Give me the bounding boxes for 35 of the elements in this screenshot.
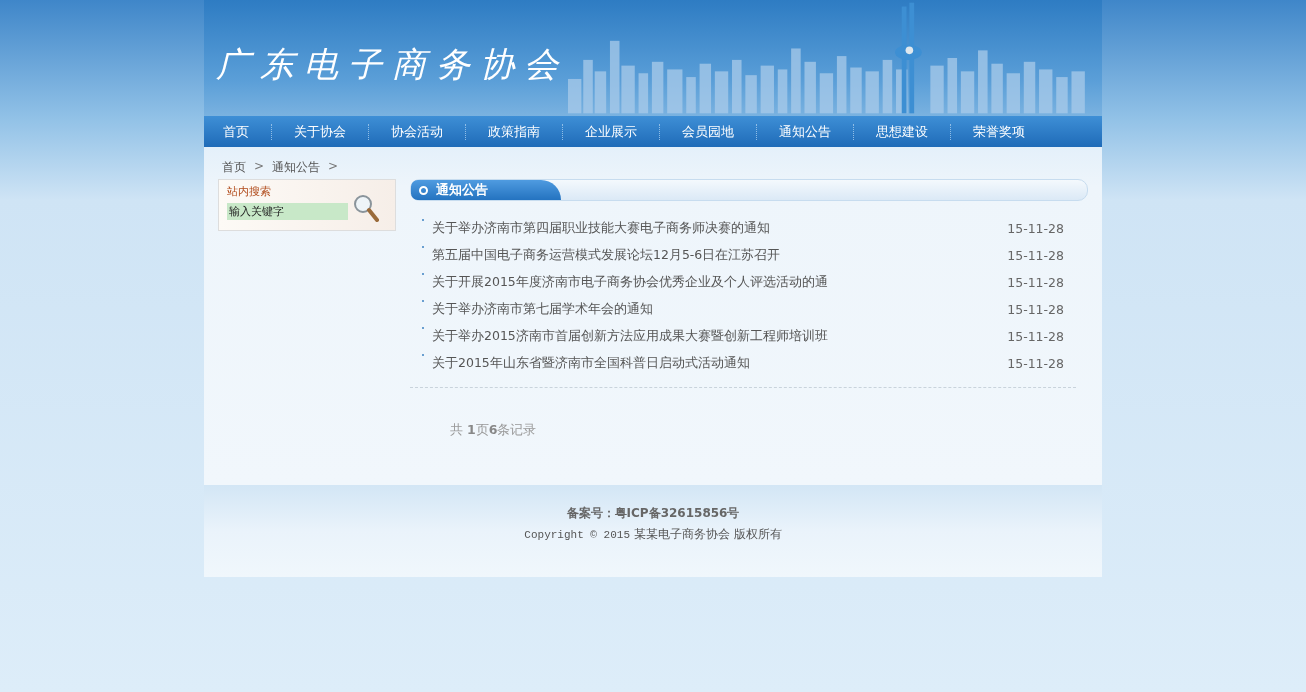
nav-link[interactable]: 思想建设	[865, 122, 939, 141]
nav-link[interactable]: 首页	[212, 122, 260, 141]
breadcrumb-link[interactable]: 首页	[222, 159, 246, 179]
notice-link[interactable]: 关于2015年山东省暨济南市全国科普日启动式活动通知	[432, 355, 1008, 372]
nav-link[interactable]: 政策指南	[477, 122, 551, 141]
notice-link[interactable]: 关于开展2015年度济南市电子商务协会优秀企业及个人评选活动的通	[432, 274, 1008, 291]
site-logo[interactable]: 广东电子商务协会	[216, 42, 568, 88]
notice-date: 15-11-28	[1007, 356, 1064, 371]
notice-date: 15-11-28	[1007, 275, 1064, 290]
search-field[interactable]: 输入关键字	[227, 203, 348, 220]
breadcrumb-link[interactable]: 通知公告	[272, 159, 321, 179]
nav-link[interactable]: 会员园地	[671, 122, 745, 141]
nav-link[interactable]: 通知公告	[768, 122, 842, 141]
pagination-info: 共 1页6条记录	[449, 421, 538, 439]
nav-link[interactable]: 荣誉奖项	[962, 122, 1036, 141]
notice-link[interactable]: 关于举办济南市第四届职业技能大赛电子商务师决赛的通知	[432, 220, 1008, 237]
notice-date: 15-11-28	[1007, 248, 1064, 263]
nav-link[interactable]: 企业展示	[574, 122, 648, 141]
search-icon[interactable]	[353, 194, 379, 222]
notice-date: 15-11-28	[1007, 329, 1064, 344]
notice-link[interactable]: 第五届中国电子商务运营模式发展论坛12月5-6日在江苏召开	[432, 247, 1008, 264]
copyright-text: Copyright © 2015	[524, 529, 630, 541]
icp-record: 备案号：粤ICP备32615856号	[566, 505, 740, 522]
notice-date: 15-11-28	[1007, 302, 1064, 317]
nav-link[interactable]: 协会活动	[380, 122, 454, 141]
notice-date: 15-11-28	[1007, 221, 1064, 236]
nav-link[interactable]: 关于协会	[283, 122, 357, 141]
notice-link[interactable]: 关于举办2015济南市首届创新方法应用成果大赛暨创新工程师培训班	[432, 328, 1008, 345]
section-title: 通知公告	[436, 181, 488, 199]
breadcrumb-separator: >	[328, 159, 339, 175]
breadcrumb-separator: >	[254, 159, 265, 175]
notice-link[interactable]: 关于举办济南市第七届学术年会的通知	[432, 301, 1008, 318]
ring-icon	[419, 185, 428, 195]
copyright-owner: 某某电子商务协会 版权所有	[633, 527, 782, 541]
search-title: 站内搜索	[227, 184, 272, 200]
